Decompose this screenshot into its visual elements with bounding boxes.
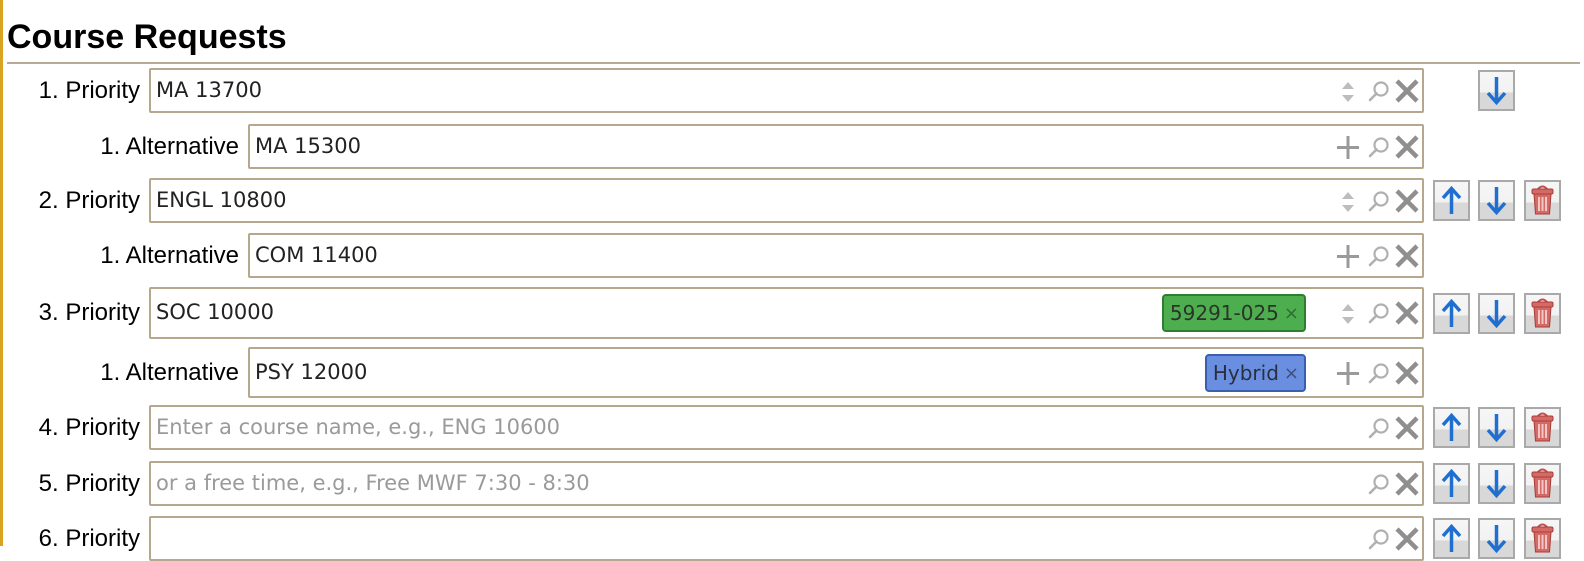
priority-row: 6. Priority xyxy=(0,516,1584,561)
priority-label: 5. Priority xyxy=(38,470,140,497)
search-icon[interactable] xyxy=(1366,241,1392,271)
add-icon[interactable] xyxy=(1335,241,1361,271)
alternative-label: 1. Alternative xyxy=(100,242,239,269)
search-icon[interactable] xyxy=(1366,186,1392,216)
input-controls xyxy=(1335,76,1420,106)
delete-button[interactable] xyxy=(1524,180,1561,221)
alternative-course-input[interactable]: MA 15300 xyxy=(248,124,1424,169)
delete-button[interactable] xyxy=(1524,463,1561,504)
priority-row: 5. Priority or a free time, e.g., Free MW… xyxy=(0,461,1584,506)
priority-row: 1. Priority MA 13700 xyxy=(0,68,1584,113)
priority-label: 4. Priority xyxy=(38,414,140,441)
move-down-button[interactable] xyxy=(1478,180,1515,221)
chip-remove-icon[interactable]: × xyxy=(1284,363,1299,384)
alternative-row: 1. Alternative MA 15300 xyxy=(0,124,1584,169)
priority-course-input[interactable]: or a free time, e.g., Free MWF 7:30 - 8:… xyxy=(149,461,1424,506)
priority-row: 4. Priority Enter a course name, e.g., EN… xyxy=(0,405,1584,450)
clear-icon[interactable] xyxy=(1394,76,1420,106)
page-title: Course Requests xyxy=(7,18,287,56)
input-controls xyxy=(1335,186,1420,216)
clear-icon[interactable] xyxy=(1394,298,1420,328)
search-icon[interactable] xyxy=(1366,524,1392,554)
priority-label: 3. Priority xyxy=(38,299,140,326)
search-icon[interactable] xyxy=(1366,76,1392,106)
alternative-course-input[interactable]: PSY 12000 Hybrid × xyxy=(248,347,1424,398)
course-input-value: MA 13700 xyxy=(156,78,262,102)
chip-label: Hybrid xyxy=(1212,361,1279,385)
search-icon[interactable] xyxy=(1366,413,1392,443)
alternative-label: 1. Alternative xyxy=(100,359,239,386)
clear-icon[interactable] xyxy=(1394,469,1420,499)
clear-icon[interactable] xyxy=(1394,132,1420,162)
course-input-value: SOC 10000 xyxy=(156,300,275,324)
course-input-value: COM 11400 xyxy=(255,243,378,267)
course-input-placeholder: Enter a course name, e.g., ENG 10600 xyxy=(156,415,561,439)
input-controls xyxy=(1361,469,1420,499)
priority-row: 3. Priority SOC 10000 59291-025 × xyxy=(0,287,1584,339)
alternative-row: 1. Alternative PSY 12000 Hybrid × xyxy=(0,347,1584,398)
priority-label: 1. Priority xyxy=(38,77,140,104)
add-icon[interactable] xyxy=(1335,132,1361,162)
clear-icon[interactable] xyxy=(1394,358,1420,388)
move-up-button[interactable] xyxy=(1433,518,1470,559)
input-controls xyxy=(1335,358,1420,388)
move-down-button[interactable] xyxy=(1478,407,1515,448)
priority-row: 2. Priority ENGL 10800 xyxy=(0,178,1584,223)
move-up-button[interactable] xyxy=(1433,463,1470,504)
priority-course-input[interactable] xyxy=(149,516,1424,561)
updown-icon[interactable] xyxy=(1335,186,1361,216)
alternative-label: 1. Alternative xyxy=(100,133,239,160)
input-controls xyxy=(1335,132,1420,162)
move-down-button[interactable] xyxy=(1478,518,1515,559)
input-controls xyxy=(1335,298,1420,328)
add-icon[interactable] xyxy=(1335,358,1361,388)
chip-remove-icon[interactable]: × xyxy=(1284,303,1299,324)
move-up-button[interactable] xyxy=(1433,407,1470,448)
alternative-row: 1. Alternative COM 11400 xyxy=(0,233,1584,278)
priority-course-input[interactable]: Enter a course name, e.g., ENG 10600 xyxy=(149,405,1424,450)
clear-icon[interactable] xyxy=(1394,186,1420,216)
alternative-course-input[interactable]: COM 11400 xyxy=(248,233,1424,278)
clear-icon[interactable] xyxy=(1394,241,1420,271)
input-controls xyxy=(1361,413,1420,443)
move-up-button[interactable] xyxy=(1433,293,1470,334)
input-controls xyxy=(1361,524,1420,554)
clear-icon[interactable] xyxy=(1394,524,1420,554)
section-chip: 59291-025 × xyxy=(1161,294,1306,332)
priority-course-input[interactable]: MA 13700 xyxy=(149,68,1424,113)
course-input-value: MA 15300 xyxy=(255,134,361,158)
priority-course-input[interactable]: ENGL 10800 xyxy=(149,178,1424,223)
instruction-mode-chip: Hybrid × xyxy=(1204,354,1306,392)
move-up-button[interactable] xyxy=(1433,180,1470,221)
title-divider xyxy=(7,62,1580,64)
delete-button[interactable] xyxy=(1524,407,1561,448)
move-down-button[interactable] xyxy=(1478,293,1515,334)
priority-course-input[interactable]: SOC 10000 59291-025 × xyxy=(149,287,1424,339)
priority-label: 6. Priority xyxy=(38,525,140,552)
search-icon[interactable] xyxy=(1366,358,1392,388)
course-input-value: ENGL 10800 xyxy=(156,188,287,212)
priority-label: 2. Priority xyxy=(38,187,140,214)
delete-button[interactable] xyxy=(1524,518,1561,559)
course-input-value: PSY 12000 xyxy=(255,360,368,384)
search-icon[interactable] xyxy=(1366,469,1392,499)
chip-label: 59291-025 xyxy=(1169,301,1279,325)
delete-button[interactable] xyxy=(1524,293,1561,334)
move-down-button[interactable] xyxy=(1478,70,1515,111)
search-icon[interactable] xyxy=(1366,132,1392,162)
clear-icon[interactable] xyxy=(1394,413,1420,443)
input-controls xyxy=(1335,241,1420,271)
search-icon[interactable] xyxy=(1366,298,1392,328)
updown-icon[interactable] xyxy=(1335,298,1361,328)
course-input-placeholder: or a free time, e.g., Free MWF 7:30 - 8:… xyxy=(156,471,590,495)
updown-icon[interactable] xyxy=(1335,76,1361,106)
move-down-button[interactable] xyxy=(1478,463,1515,504)
